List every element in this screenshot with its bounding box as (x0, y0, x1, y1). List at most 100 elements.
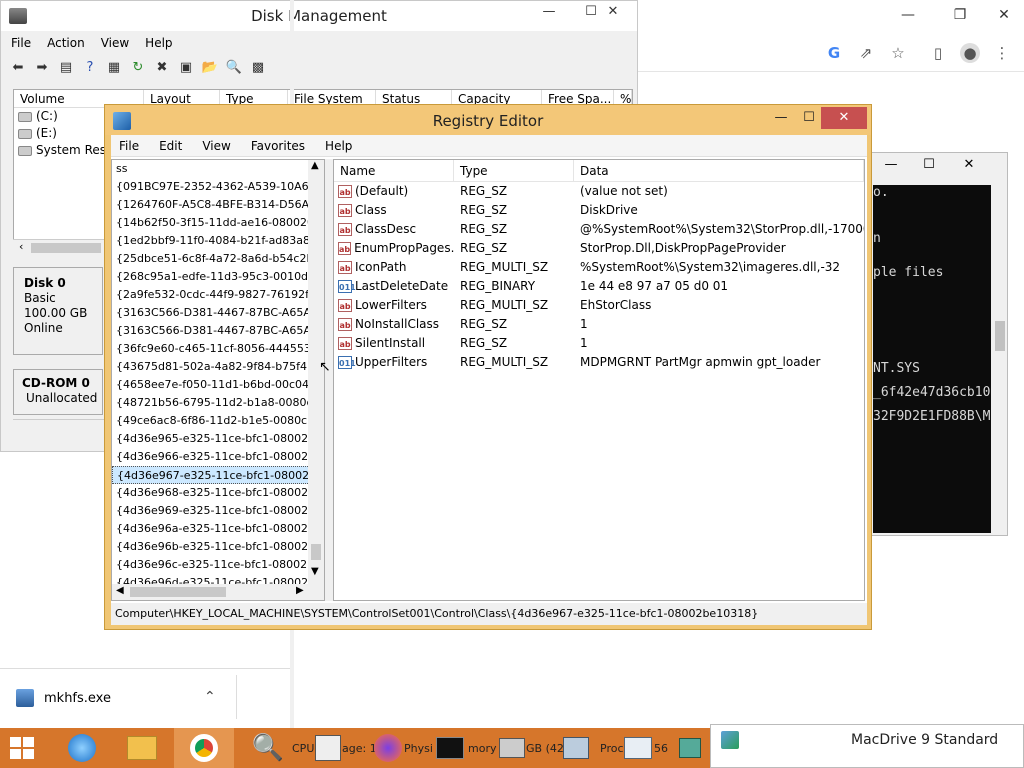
scroll-thumb[interactable] (311, 544, 321, 560)
tree-horizontal-scrollbar[interactable]: ◀ ▶ (112, 584, 324, 600)
close-icon[interactable]: ✕ (593, 1, 633, 23)
registry-key-item[interactable]: {2a9fe532-0cdc-44f9-9827-76192f2ca (112, 286, 324, 304)
scroll-down-icon[interactable]: ▼ (311, 566, 319, 577)
menu-help[interactable]: Help (145, 33, 172, 53)
disk-0-status: Online (24, 321, 63, 335)
registry-key-item[interactable]: {1ed2bbf9-11f0-4084-b21f-ad83a8e6 (112, 232, 324, 250)
registry-values-list[interactable]: Name Type Data ab (Default) REG_SZ (value n… (333, 159, 865, 601)
registry-key-item[interactable]: {4d36e966-e325-11ce-bfc1-08002be1 (112, 448, 324, 466)
registry-key-item[interactable]: {1264760F-A5C8-4BFE-B314-D56A7B (112, 196, 324, 214)
menu-help[interactable]: Help (321, 135, 356, 156)
internet-explorer-icon[interactable] (52, 728, 112, 768)
delete-icon[interactable]: ✖ (153, 59, 171, 77)
registry-key-item[interactable]: {49ce6ac8-6f86-11d2-b1e5-0080c72e (112, 412, 324, 430)
minimize-icon[interactable]: — (527, 1, 571, 23)
registry-value-row[interactable]: ab NoInstallClass REG_SZ 1 (334, 315, 864, 334)
more-menu-icon[interactable]: ⋮ (992, 43, 1012, 63)
registry-key-item[interactable]: {091BC97E-2352-4362-A539-10A6D8 (112, 178, 324, 196)
settings-icon[interactable]: ▩ (249, 59, 267, 77)
properties-icon[interactable]: ▦ (105, 59, 123, 77)
menu-action[interactable]: Action (47, 33, 85, 53)
pane-splitter[interactable]: ↖ (319, 159, 333, 601)
rescan-icon[interactable]: ▣ (177, 59, 195, 77)
column-type[interactable]: Type (454, 160, 574, 181)
registry-value-row[interactable]: ab EnumPropPages... REG_SZ StorProp.Dll,Dis… (334, 239, 864, 258)
back-icon[interactable]: ⬅ (9, 59, 27, 77)
chrome-icon[interactable] (174, 728, 234, 768)
registry-value-row[interactable]: ab Class REG_SZ DiskDrive (334, 201, 864, 220)
minimize-icon[interactable]: — (873, 155, 909, 175)
registry-key-item[interactable]: {4658ee7e-f050-11d1-b6bd-00c04fa3 (112, 376, 324, 394)
registry-key-item[interactable]: {268c95a1-edfe-11d3-95c3-0010dc40 (112, 268, 324, 286)
scroll-right-icon[interactable]: ▶ (296, 585, 304, 596)
cdrom-panel[interactable]: CD-ROM 0 Unallocated (13, 369, 103, 415)
registry-key-item[interactable]: {48721b56-6795-11d2-b1a8-0080c72e (112, 394, 324, 412)
registry-key-item[interactable]: {4d36e96a-e325-11ce-bfc1-08002be1 (112, 520, 324, 538)
registry-key-item[interactable]: {25dbce51-6c8f-4a72-8a6d-b54c2b4f (112, 250, 324, 268)
restore-icon[interactable]: ❐ (938, 4, 982, 26)
chevron-up-icon[interactable]: ⌃ (204, 689, 216, 705)
share-icon[interactable]: ⇗ (856, 43, 876, 63)
registry-key-tree[interactable]: ss {091BC97E-2352-4362-A539-10A6D8 {126476… (111, 159, 325, 601)
registry-value-row[interactable]: ab SilentInstall REG_SZ 1 (334, 334, 864, 353)
registry-key-item[interactable]: {3163C566-D381-4467-87BC-A65A18 (112, 304, 324, 322)
scroll-thumb[interactable] (31, 243, 101, 253)
column-data[interactable]: Data (574, 160, 864, 181)
registry-key-item[interactable]: {14b62f50-3f15-11dd-ae16-0800200c (112, 214, 324, 232)
menu-view[interactable]: View (198, 135, 234, 156)
star-icon[interactable]: ☆ (888, 43, 908, 63)
column-name[interactable]: Name (334, 160, 454, 181)
registry-key-item[interactable]: {4d36e969-e325-11ce-bfc1-08002be1 (112, 502, 324, 520)
registry-value-row[interactable]: ab IconPath REG_MULTI_SZ %SystemRoot%\Syste… (334, 258, 864, 277)
macdrive-window[interactable]: MacDrive 9 Standard (710, 724, 1024, 768)
registry-taskbar-icon[interactable] (670, 728, 710, 768)
file-explorer-icon[interactable] (112, 728, 172, 768)
task-manager-icon[interactable] (300, 728, 356, 768)
registry-key-item[interactable]: {4d36e96b-e325-11ce-bfc1-08002be1 (112, 538, 324, 556)
registry-key-item[interactable]: {43675d81-502a-4a82-9f84-b75f418c (112, 358, 324, 376)
network-computer-icon[interactable] (548, 728, 604, 768)
close-icon[interactable]: ✕ (951, 155, 987, 175)
scroll-thumb[interactable] (995, 321, 1005, 351)
registry-value-row[interactable]: 011 UpperFilters REG_MULTI_SZ MDPMGRNT Part… (334, 353, 864, 372)
close-icon[interactable]: ✕ (982, 4, 1024, 26)
registry-key-item[interactable]: ss (112, 160, 324, 178)
menu-view[interactable]: View (101, 33, 129, 53)
console-scrollbar[interactable] (993, 185, 1007, 533)
menu-file[interactable]: File (11, 33, 31, 53)
minimize-icon[interactable]: — (886, 4, 930, 26)
search-icon[interactable]: 🔍 (238, 728, 298, 768)
help-icon[interactable]: ? (81, 59, 99, 77)
registry-key-item[interactable]: {36fc9e60-c465-11cf-8056-44455354 (112, 340, 324, 358)
refresh-icon[interactable]: ↻ (129, 59, 147, 77)
registry-value-row[interactable]: ab ClassDesc REG_SZ @%SystemRoot%\System32\… (334, 220, 864, 239)
registry-key-item[interactable]: {3163C566-D381-4467-87BC-A65A18 (112, 322, 324, 340)
side-panel-icon[interactable]: ▯ (928, 43, 948, 63)
menu-file[interactable]: File (115, 135, 143, 156)
scroll-thumb[interactable] (130, 587, 226, 597)
maximize-icon[interactable]: ☐ (911, 155, 947, 175)
registry-value-row[interactable]: ab (Default) REG_SZ (value not set) (334, 182, 864, 201)
registry-value-row[interactable]: ab LowerFilters REG_MULTI_SZ EhStorClass (334, 296, 864, 315)
scroll-left-icon[interactable]: ◀ (116, 585, 124, 596)
scroll-left-icon[interactable]: ‹ (19, 240, 23, 253)
show-hide-tree-icon[interactable]: ▤ (57, 59, 75, 77)
registry-key-item[interactable]: {4d36e968-e325-11ce-bfc1-08002be1 (112, 484, 324, 502)
disk-0-panel[interactable]: Disk 0 Basic 100.00 GB Online (13, 267, 103, 355)
explore-icon[interactable]: 🔍 (225, 59, 243, 77)
registry-key-item[interactable]: {4d36e965-e325-11ce-bfc1-08002be1 (112, 430, 324, 448)
download-item[interactable]: mkhfs.exe (16, 689, 111, 707)
close-icon[interactable]: ✕ (821, 107, 867, 129)
registry-value-row[interactable]: 011 LastDeleteDate REG_BINARY 1e 44 e8 97 a… (334, 277, 864, 296)
windows-start-icon[interactable] (10, 737, 34, 759)
profile-icon[interactable]: ● (960, 43, 980, 63)
menu-favorites[interactable]: Favorites (247, 135, 309, 156)
google-icon[interactable]: G (824, 43, 844, 63)
console-output[interactable]: o. n ple files NT.SYS _6f42e47d36cb10 32… (873, 185, 991, 533)
open-icon[interactable]: 📂 (201, 59, 219, 77)
menu-edit[interactable]: Edit (155, 135, 186, 156)
registry-key-item[interactable]: {4d36e967-e325-11ce-bfc1-08002be1 (112, 466, 324, 484)
scroll-up-icon[interactable]: ▲ (311, 160, 319, 171)
forward-icon[interactable]: ➡ (33, 59, 51, 77)
registry-key-item[interactable]: {4d36e96c-e325-11ce-bfc1-08002be1 (112, 556, 324, 574)
